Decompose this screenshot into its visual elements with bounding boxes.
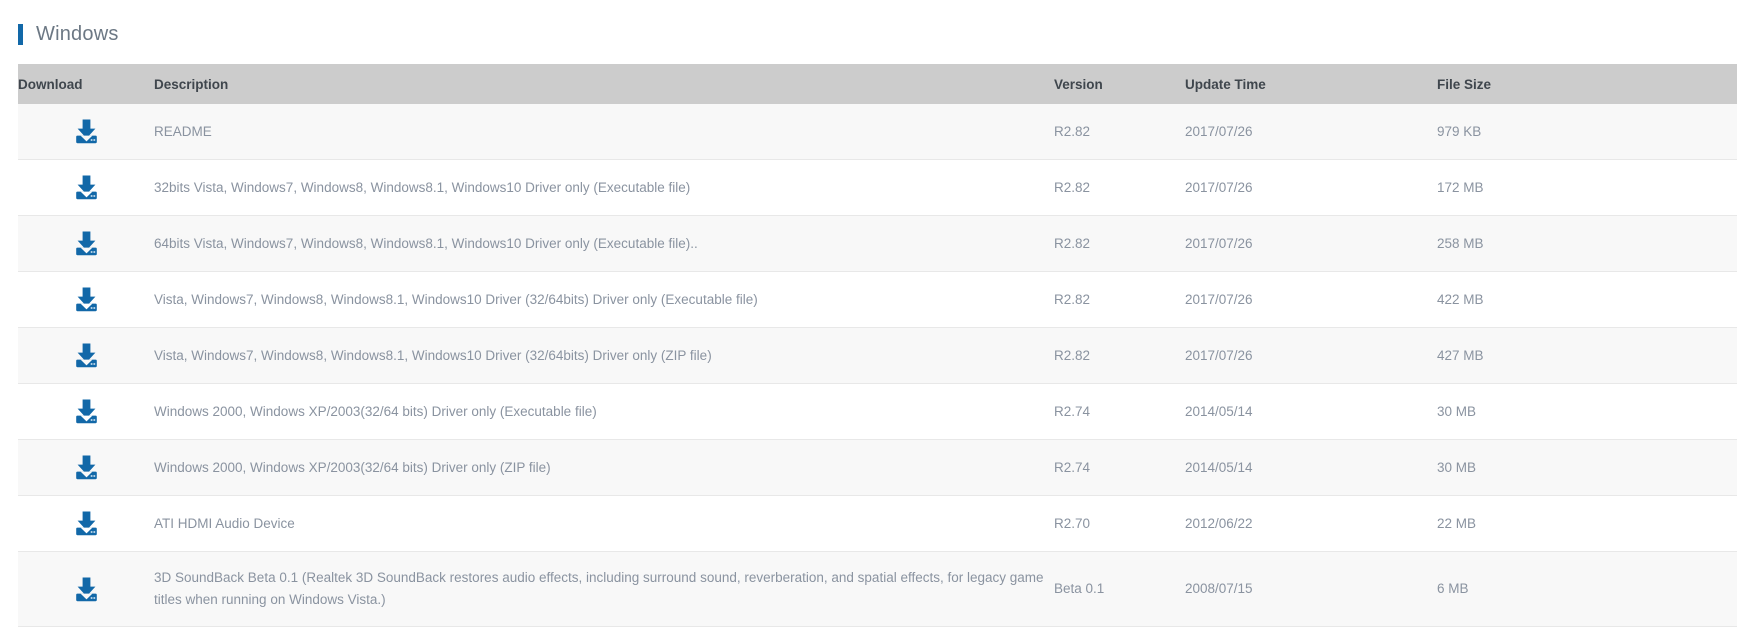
version-cell: R2.70 [1054, 495, 1185, 552]
section-accent-bar [18, 23, 23, 45]
download-icon[interactable] [73, 511, 100, 536]
table-row: README R2.82 2017/07/26 979 KB [18, 104, 1737, 160]
download-icon[interactable] [73, 455, 100, 480]
download-cell [18, 495, 154, 552]
description-link[interactable]: README [154, 124, 212, 139]
download-cell [18, 327, 154, 384]
update-time-cell: 2017/07/26 [1185, 215, 1437, 272]
description-link[interactable]: ATI HDMI Audio Device [154, 516, 295, 531]
table-row: Vista, Windows7, Windows8, Windows8.1, W… [18, 271, 1737, 328]
version-cell: R2.82 [1054, 271, 1185, 328]
file-size-cell: 427 MB [1437, 327, 1737, 384]
description-cell: Windows 2000, Windows XP/2003(32/64 bits… [154, 439, 1054, 496]
download-icon-wrapper[interactable] [18, 343, 154, 368]
description-cell: 3D SoundBack Beta 0.1 (Realtek 3D SoundB… [154, 551, 1054, 627]
description-cell: Vista, Windows7, Windows8, Windows8.1, W… [154, 271, 1054, 328]
version-cell: R2.82 [1054, 159, 1185, 216]
description-link[interactable]: 3D SoundBack Beta 0.1 (Realtek 3D SoundB… [154, 570, 1044, 607]
section-header: Windows [0, 0, 1755, 46]
column-header-description: Description [154, 64, 1054, 104]
download-cell [18, 104, 154, 160]
description-link[interactable]: Vista, Windows7, Windows8, Windows8.1, W… [154, 292, 758, 307]
file-size-cell: 422 MB [1437, 271, 1737, 328]
download-icon[interactable] [73, 577, 100, 602]
version-cell: R2.82 [1054, 104, 1185, 160]
description-link[interactable]: Windows 2000, Windows XP/2003(32/64 bits… [154, 460, 551, 475]
description-link[interactable]: Windows 2000, Windows XP/2003(32/64 bits… [154, 404, 597, 419]
description-cell: 64bits Vista, Windows7, Windows8, Window… [154, 215, 1054, 272]
download-icon[interactable] [73, 231, 100, 256]
update-time-cell: 2017/07/26 [1185, 159, 1437, 216]
update-time-cell: 2017/07/26 [1185, 104, 1437, 160]
table-body: README R2.82 2017/07/26 979 KB 32bits Vi… [18, 104, 1737, 627]
description-cell: ATI HDMI Audio Device [154, 495, 1054, 552]
downloads-table-wrapper: Download Description Version Update Time… [18, 64, 1737, 627]
file-size-cell: 258 MB [1437, 215, 1737, 272]
table-row: 3D SoundBack Beta 0.1 (Realtek 3D SoundB… [18, 551, 1737, 627]
download-icon-wrapper[interactable] [18, 119, 154, 144]
version-cell: R2.74 [1054, 383, 1185, 440]
download-icon[interactable] [73, 399, 100, 424]
table-header: Download Description Version Update Time… [18, 64, 1737, 104]
table-header-row: Download Description Version Update Time… [18, 64, 1737, 104]
file-size-cell: 30 MB [1437, 383, 1737, 440]
file-size-cell: 6 MB [1437, 551, 1737, 627]
update-time-cell: 2017/07/26 [1185, 271, 1437, 328]
column-header-file-size: File Size [1437, 64, 1737, 104]
download-icon[interactable] [73, 119, 100, 144]
description-cell: Vista, Windows7, Windows8, Windows8.1, W… [154, 327, 1054, 384]
download-icon-wrapper[interactable] [18, 399, 154, 424]
table-row: 32bits Vista, Windows7, Windows8, Window… [18, 159, 1737, 216]
description-link[interactable]: Vista, Windows7, Windows8, Windows8.1, W… [154, 348, 712, 363]
download-icon[interactable] [73, 287, 100, 312]
file-size-cell: 30 MB [1437, 439, 1737, 496]
download-cell [18, 159, 154, 216]
column-header-version: Version [1054, 64, 1185, 104]
description-cell: 32bits Vista, Windows7, Windows8, Window… [154, 159, 1054, 216]
column-header-download: Download [18, 64, 154, 104]
download-icon[interactable] [73, 343, 100, 368]
update-time-cell: 2012/06/22 [1185, 495, 1437, 552]
download-cell [18, 383, 154, 440]
description-cell: README [154, 104, 1054, 160]
download-page: Windows Download Description Version Upd… [0, 0, 1755, 627]
downloads-table: Download Description Version Update Time… [18, 64, 1737, 627]
download-icon-wrapper[interactable] [18, 577, 154, 602]
download-icon-wrapper[interactable] [18, 175, 154, 200]
description-cell: Windows 2000, Windows XP/2003(32/64 bits… [154, 383, 1054, 440]
download-icon-wrapper[interactable] [18, 287, 154, 312]
description-link[interactable]: 64bits Vista, Windows7, Windows8, Window… [154, 236, 698, 251]
update-time-cell: 2014/05/14 [1185, 383, 1437, 440]
update-time-cell: 2014/05/14 [1185, 439, 1437, 496]
download-icon-wrapper[interactable] [18, 455, 154, 480]
version-cell: R2.82 [1054, 215, 1185, 272]
download-cell [18, 271, 154, 328]
file-size-cell: 22 MB [1437, 495, 1737, 552]
version-cell: R2.82 [1054, 327, 1185, 384]
file-size-cell: 172 MB [1437, 159, 1737, 216]
download-icon-wrapper[interactable] [18, 511, 154, 536]
download-cell [18, 551, 154, 627]
table-row: Windows 2000, Windows XP/2003(32/64 bits… [18, 383, 1737, 440]
download-cell [18, 439, 154, 496]
page-title: Windows [36, 23, 119, 45]
download-icon[interactable] [73, 175, 100, 200]
update-time-cell: 2008/07/15 [1185, 551, 1437, 627]
download-cell [18, 215, 154, 272]
update-time-cell: 2017/07/26 [1185, 327, 1437, 384]
file-size-cell: 979 KB [1437, 104, 1737, 160]
version-cell: R2.74 [1054, 439, 1185, 496]
table-row: 64bits Vista, Windows7, Windows8, Window… [18, 215, 1737, 272]
table-row: Windows 2000, Windows XP/2003(32/64 bits… [18, 439, 1737, 496]
column-header-update-time: Update Time [1185, 64, 1437, 104]
table-row: ATI HDMI Audio Device R2.70 2012/06/22 2… [18, 495, 1737, 552]
description-link[interactable]: 32bits Vista, Windows7, Windows8, Window… [154, 180, 690, 195]
version-cell: Beta 0.1 [1054, 551, 1185, 627]
download-icon-wrapper[interactable] [18, 231, 154, 256]
table-row: Vista, Windows7, Windows8, Windows8.1, W… [18, 327, 1737, 384]
